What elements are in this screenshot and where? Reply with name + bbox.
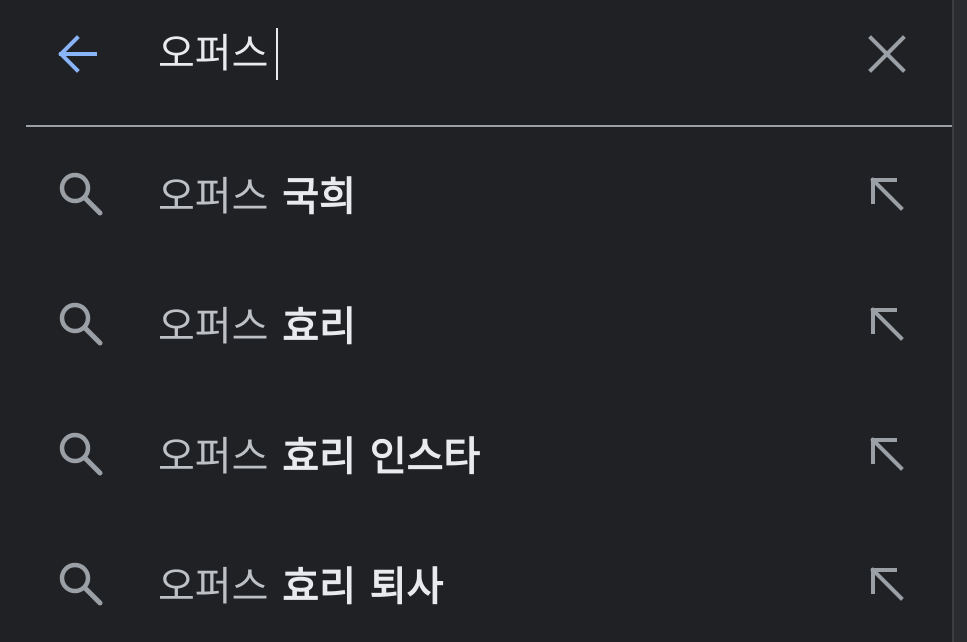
suggestion-item[interactable]: 오퍼스 국희	[0, 127, 952, 257]
scrollbar[interactable]	[952, 0, 967, 642]
suggestion-completion: 효리 인스타	[282, 434, 481, 480]
close-icon	[868, 35, 906, 73]
suggestion-prefix: 오퍼스	[158, 174, 269, 220]
suggestion-item[interactable]: 오퍼스 효리 퇴사	[0, 517, 952, 642]
suggestion-completion: 효리	[282, 304, 357, 350]
suggestion-prefix: 오퍼스	[158, 564, 269, 610]
search-screen: 오퍼스 오퍼스 국희 오퍼스 효리 오퍼스 효리 인스타 오퍼스 효리 퇴사	[0, 0, 967, 642]
fill-query-button[interactable]	[856, 293, 918, 355]
suggestion-prefix: 오퍼스	[158, 304, 269, 350]
fill-query-button[interactable]	[856, 163, 918, 225]
back-button[interactable]	[46, 23, 108, 85]
search-icon	[50, 293, 110, 353]
suggestion-list: 오퍼스 국희 오퍼스 효리 오퍼스 효리 인스타 오퍼스 효리 퇴사	[0, 127, 952, 642]
suggestion-label: 오퍼스 효리 인스타	[158, 427, 481, 480]
suggestion-item[interactable]: 오퍼스 효리 인스타	[0, 387, 952, 517]
suggestion-label: 오퍼스 효리	[158, 297, 357, 350]
arrow-up-left-icon	[870, 437, 904, 471]
suggestion-item[interactable]: 오퍼스 효리	[0, 257, 952, 387]
arrow-up-left-icon	[870, 307, 904, 341]
search-bar: 오퍼스	[0, 0, 952, 108]
arrow-up-left-icon	[870, 567, 904, 601]
fill-query-button[interactable]	[856, 423, 918, 485]
arrow-up-left-icon	[870, 177, 904, 211]
fill-query-button[interactable]	[856, 553, 918, 615]
suggestion-prefix: 오퍼스	[158, 434, 269, 480]
suggestion-label: 오퍼스 효리 퇴사	[158, 557, 444, 610]
suggestion-completion: 효리 퇴사	[282, 564, 444, 610]
search-icon	[50, 553, 110, 613]
text-cursor	[276, 28, 279, 80]
search-input-text[interactable]: 오퍼스	[158, 34, 268, 74]
search-icon	[50, 423, 110, 483]
search-input[interactable]: 오퍼스	[158, 24, 279, 84]
clear-button[interactable]	[856, 23, 918, 85]
suggestion-completion: 국희	[282, 174, 357, 220]
search-icon	[50, 163, 110, 223]
suggestion-label: 오퍼스 국희	[158, 167, 357, 220]
arrow-left-icon	[58, 35, 97, 73]
